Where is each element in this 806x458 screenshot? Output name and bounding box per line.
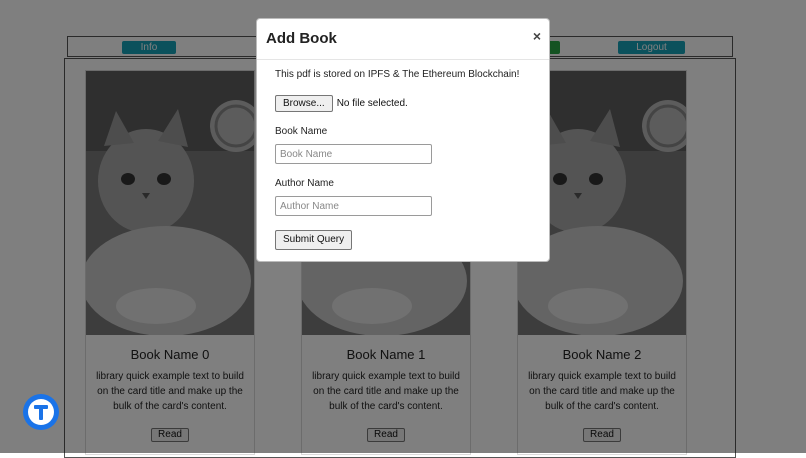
page: Info Logout Book Name 0 library quick xyxy=(0,0,806,458)
file-picker: Browse... No file selected. xyxy=(275,95,535,112)
submit-button[interactable]: Submit Query xyxy=(275,230,353,250)
file-status: No file selected. xyxy=(336,98,408,109)
modal-header: Add Book × xyxy=(257,19,549,60)
add-book-modal: Add Book × This pdf is stored on IPFS & … xyxy=(256,18,550,262)
author-name-label: Author Name xyxy=(275,178,334,189)
modal-body: This pdf is stored on IPFS & The Ethereu… xyxy=(275,69,535,250)
book-name-input[interactable] xyxy=(275,144,432,164)
author-name-input[interactable] xyxy=(275,196,432,216)
modal-title: Add Book xyxy=(266,30,337,47)
t-logo-icon[interactable] xyxy=(23,394,59,430)
browse-button[interactable]: Browse... xyxy=(275,95,333,112)
book-name-label: Book Name xyxy=(275,126,328,137)
storage-note: This pdf is stored on IPFS & The Ethereu… xyxy=(275,69,520,80)
close-icon[interactable]: × xyxy=(533,28,541,44)
